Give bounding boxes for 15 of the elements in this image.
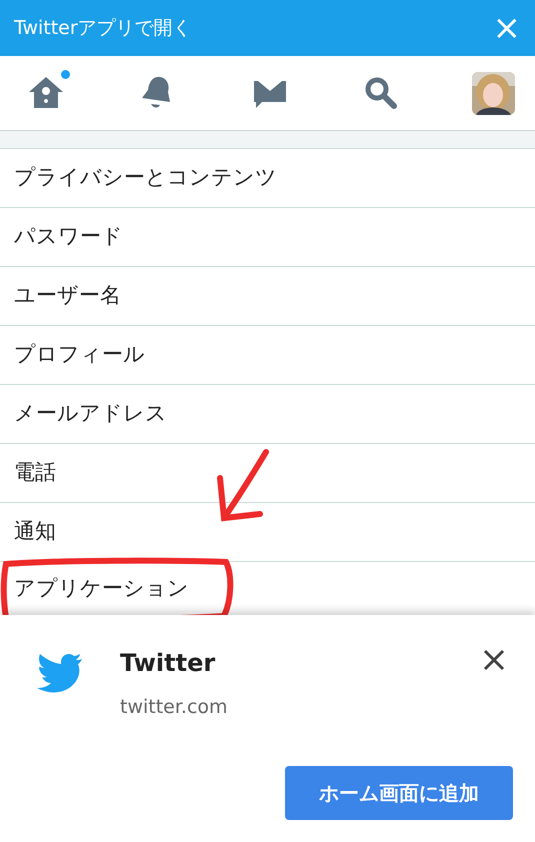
settings-item[interactable]: プライバシーとコンテンツ [0, 148, 535, 207]
bird-icon [36, 653, 84, 693]
settings-item[interactable]: 電話 [0, 443, 535, 502]
settings-item[interactable]: ユーザー名 [0, 266, 535, 325]
settings-item[interactable]: メールアドレス [0, 384, 535, 443]
add-to-home-button[interactable]: ホーム画面に追加 [285, 766, 513, 820]
close-icon[interactable] [483, 649, 505, 671]
window-title: Twitterアプリで開く [14, 16, 192, 41]
settings-item[interactable]: プロフィール [0, 325, 535, 384]
app-name: Twitter [120, 648, 216, 679]
mail-icon[interactable] [252, 78, 288, 108]
settings-item[interactable]: 通知 [0, 502, 535, 561]
search-icon[interactable] [364, 76, 398, 110]
app-domain: twitter.com [120, 695, 228, 720]
settings-item[interactable]: パスワード [0, 207, 535, 266]
